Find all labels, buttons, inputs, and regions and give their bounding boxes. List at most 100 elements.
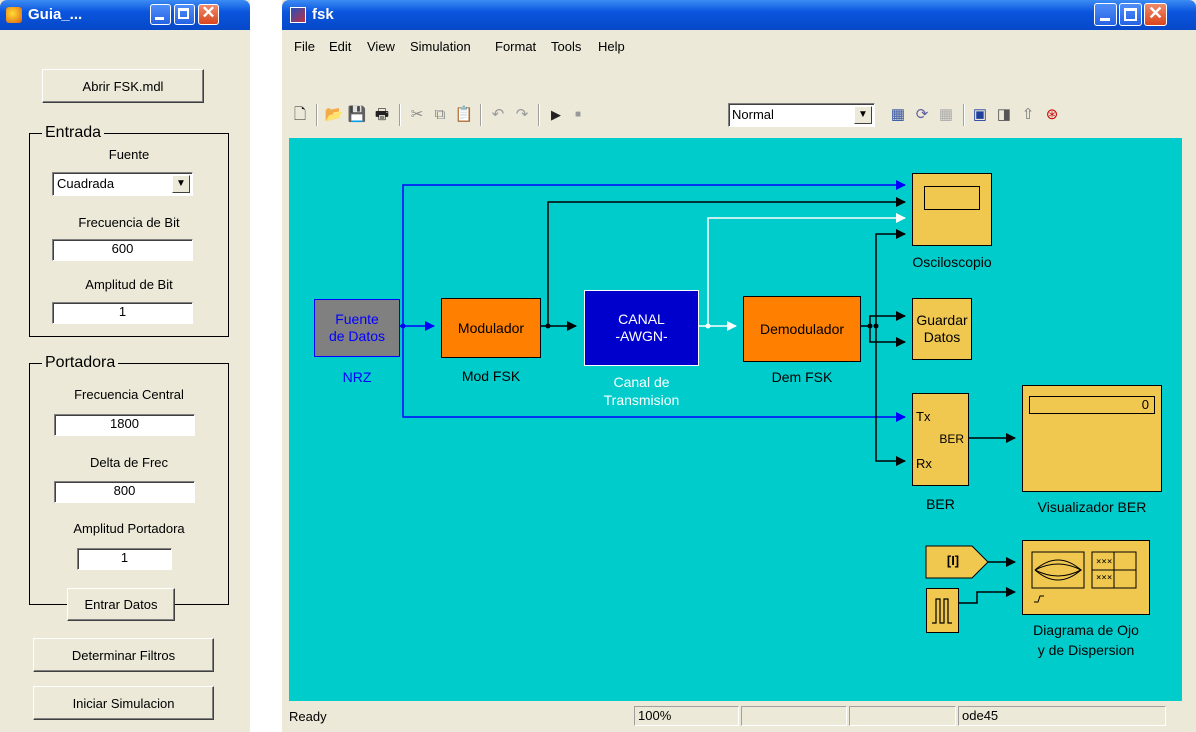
ber-port-rx: Rx (916, 456, 932, 471)
eye-diagram-label2: y de Dispersion (1037, 642, 1135, 658)
toolbar-separator (316, 104, 318, 126)
ber-label: BER (926, 496, 955, 512)
start-simulation-button[interactable]: Iniciar Simulacion (33, 686, 214, 720)
eye-diagram-icon: ××× ××× (1031, 551, 1137, 603)
branch-point (867, 323, 873, 329)
print-icon[interactable]: 🖶 (372, 105, 392, 125)
minimize-button[interactable] (150, 4, 171, 25)
modulator-block[interactable]: Modulador (441, 298, 541, 358)
maximize-button[interactable] (174, 4, 195, 25)
eye-diagram-label1: Diagrama de Ojo (1033, 622, 1139, 638)
save-data-line1: Guardar (916, 312, 968, 328)
save-disk-icon[interactable]: 💾 (347, 105, 367, 125)
open-model-button[interactable]: Abrir FSK.mdl (42, 69, 204, 103)
frec-central-input[interactable]: 1800 (54, 414, 195, 436)
sim-mode-select[interactable]: Normal ▼ (728, 103, 875, 127)
toolbar-separator (480, 104, 482, 126)
frec-bit-label: Frecuencia de Bit (78, 215, 180, 230)
new-model-icon[interactable]: 🗋 (290, 105, 310, 125)
amp-portadora-input[interactable]: 1 (77, 548, 172, 570)
data-source-label: NRZ (342, 369, 372, 385)
toolbar-separator (538, 104, 540, 126)
cut-icon[interactable]: ✂ (407, 105, 427, 125)
redo-icon[interactable]: ↷ (512, 105, 532, 125)
portadora-title: Portadora (42, 354, 119, 372)
simulink-model-icon (290, 7, 306, 23)
close-button[interactable]: ✕ (198, 3, 219, 25)
save-data-line2: Datos (923, 329, 961, 345)
model-close-button[interactable]: ✕ (1144, 3, 1167, 26)
chevron-down-icon[interactable]: ▼ (854, 106, 872, 124)
save-data-block[interactable]: Guardar Datos (912, 298, 972, 360)
menu-file[interactable]: File (294, 39, 315, 54)
status-panel-empty (849, 706, 956, 726)
model-maximize-button[interactable] (1119, 3, 1142, 26)
undo-icon[interactable]: ↶ (488, 105, 508, 125)
model-window: fsk ✕ File Edit View Simulation Format T… (282, 0, 1196, 732)
pulse-generator-block[interactable] (926, 588, 959, 633)
model-canvas[interactable]: Fuente de Datos NRZ Modulador Mod FSK CA… (289, 138, 1182, 701)
go-to-parent-icon[interactable]: ⇧ (1018, 105, 1038, 125)
from-tag-block[interactable]: [I] (933, 553, 973, 571)
status-solver: ode45 (958, 706, 1166, 726)
frec-central-label: Frecuencia Central (74, 387, 184, 402)
enter-data-button[interactable]: Entrar Datos (67, 588, 175, 621)
library-browser-icon[interactable]: ▦ (936, 105, 956, 125)
open-folder-icon[interactable]: 📂 (324, 105, 344, 125)
scope-label: Osciloscopio (912, 254, 992, 270)
menu-edit[interactable]: Edit (329, 39, 351, 54)
stop-icon[interactable]: ■ (568, 105, 588, 125)
entrada-title: Entrada (42, 124, 105, 142)
paste-icon[interactable]: 📋 (454, 105, 474, 125)
close-icon: ✕ (201, 3, 216, 22)
fuente-select[interactable]: Cuadrada ▼ (52, 172, 193, 196)
menu-help[interactable]: Help (598, 39, 625, 54)
menu-format[interactable]: Format (495, 39, 536, 54)
branch-point (873, 323, 879, 329)
channel-label2: Transmision (603, 392, 680, 408)
fuente-select-value: Cuadrada (57, 176, 115, 191)
determine-filters-button[interactable]: Determinar Filtros (33, 638, 214, 672)
eye-diagram-block[interactable]: ××× ××× (1022, 540, 1150, 615)
sim-mode-value: Normal (732, 107, 774, 122)
frec-bit-input[interactable]: 600 (52, 239, 193, 261)
build-icon[interactable]: ▦ (888, 105, 908, 125)
ber-display-block[interactable]: 0 (1022, 385, 1162, 492)
copy-icon[interactable]: ⧉ (430, 105, 450, 125)
debugger-icon[interactable]: ◨ (994, 105, 1014, 125)
gui-title-bar[interactable]: Guia_... ✕ (0, 0, 250, 30)
channel-label1: Canal de (613, 374, 670, 390)
amp-bit-input[interactable]: 1 (52, 302, 193, 324)
model-title: fsk (312, 6, 334, 23)
model-explorer-icon[interactable]: ▣ (970, 105, 990, 125)
scope-block[interactable] (912, 173, 992, 246)
amp-bit-label: Amplitud de Bit (85, 277, 173, 292)
channel-block[interactable]: CANAL -AWGN- (584, 290, 699, 366)
ber-port-ber: BER (939, 432, 964, 446)
target-icon[interactable]: ⊛ (1042, 105, 1062, 125)
menu-simulation[interactable]: Simulation (410, 39, 471, 54)
branch-point (705, 323, 711, 329)
maximize-icon (178, 8, 189, 19)
demodulator-block[interactable]: Demodulador (743, 296, 861, 362)
play-icon[interactable]: ▶ (546, 105, 566, 125)
gui-window: Guia_... ✕ Abrir FSK.mdl Entrada Fuente … (0, 0, 250, 732)
ber-block[interactable]: Tx BER Rx (912, 393, 969, 486)
branch-point (545, 323, 551, 329)
toolbar-separator (963, 104, 965, 126)
amp-portadora-label: Amplitud Portadora (73, 521, 185, 536)
data-source-line2: de Datos (328, 328, 386, 344)
status-panel-empty (741, 706, 847, 726)
data-source-block[interactable]: Fuente de Datos (314, 299, 400, 357)
model-title-bar[interactable]: fsk ✕ (282, 0, 1196, 30)
model-minimize-button[interactable] (1094, 3, 1117, 26)
status-zoom: 100% (634, 706, 739, 726)
menu-tools[interactable]: Tools (551, 39, 581, 54)
menu-view[interactable]: View (367, 39, 395, 54)
close-icon: ✕ (1147, 3, 1164, 23)
chevron-down-icon[interactable]: ▼ (172, 175, 190, 193)
modulator-label: Mod FSK (461, 368, 521, 384)
data-source-line1: Fuente (335, 311, 379, 327)
delta-frec-input[interactable]: 800 (54, 481, 195, 503)
update-diagram-icon[interactable]: ⟳ (912, 105, 932, 125)
